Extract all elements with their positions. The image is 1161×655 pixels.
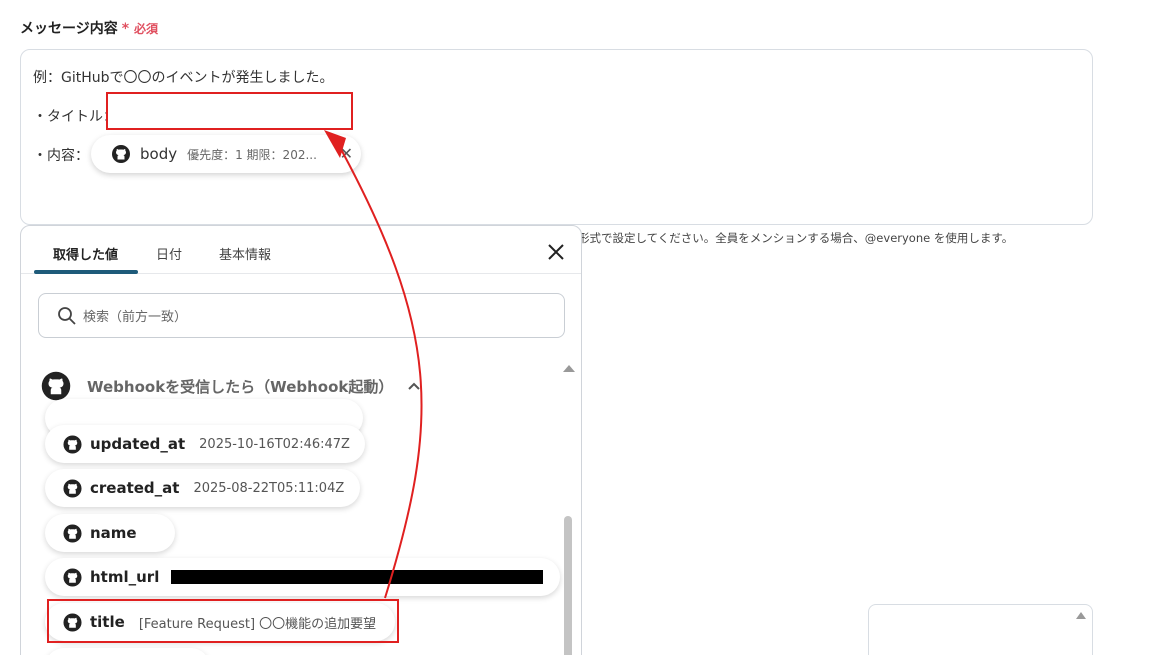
annotation-arrow <box>324 130 423 599</box>
